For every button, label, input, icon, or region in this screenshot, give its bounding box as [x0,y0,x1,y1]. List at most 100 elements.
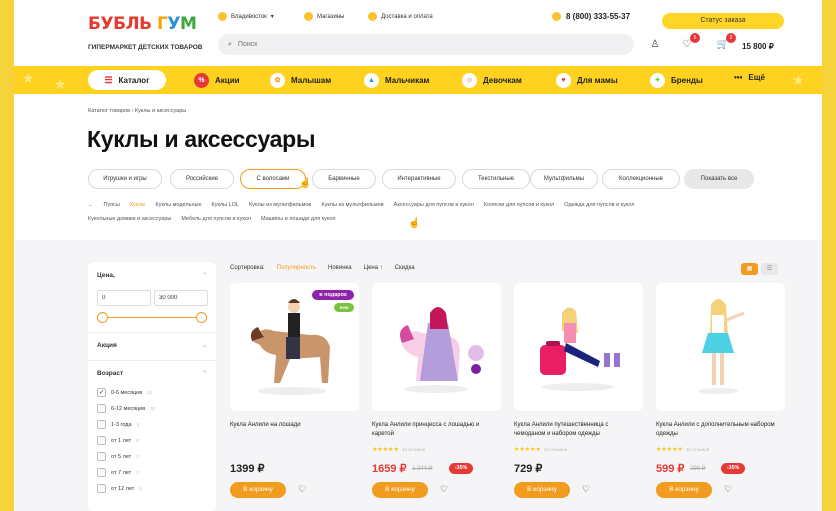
product-name[interactable]: Кукла Анлили принцесса с лошадью и карет… [372,421,497,439]
product-name[interactable]: Кукла Анлили с дополнительным набором од… [656,421,781,439]
price-from-input[interactable] [97,290,151,306]
nav-item-boys[interactable]: ▲ Мальчикам [364,73,429,88]
checkbox[interactable] [97,436,106,445]
chevron-down-icon[interactable]: ⌄ [202,342,207,349]
tag-link[interactable]: Аксессуары для пупсов и кукол [394,202,474,208]
logo[interactable]: БУБЛЬ ГУМ ГИПЕРМАРКЕТ ДЕТСКИХ ТОВАРОВ [88,12,202,56]
favorite-heart-icon[interactable]: ♡ [724,484,732,495]
back-arrow-icon[interactable]: ← [88,202,94,208]
price-slider-max-handle[interactable] [196,312,207,323]
tag-link[interactable]: Куклы модельные [155,202,201,208]
tag-link[interactable]: Мебель для пупсов и кукол [181,216,251,222]
add-to-cart-button[interactable]: В корзину [230,482,286,498]
sort-discount[interactable]: Скидка [395,265,415,271]
sort-popularity[interactable]: Популярность [277,265,316,271]
checkbox[interactable] [97,452,106,461]
sort-new[interactable]: Новинка [328,265,352,271]
tag-link-active[interactable]: Куклы [130,202,146,208]
nav-item-girls[interactable]: ☺ Девочкам [462,73,522,88]
nav-item-mom[interactable]: ♥ Для мамы [556,73,618,88]
product-card[interactable]: Кукла Анлили принцесса с лошадью и карет… [372,283,501,511]
product-card[interactable]: в подарок new Кукла Анлили на лошади 139… [230,283,359,511]
chip-russian[interactable]: Российские [170,169,234,189]
old-price: 299 ₽ [690,466,706,472]
product-image[interactable] [372,283,501,411]
age-option[interactable]: от 1 лет 8 [97,436,139,445]
age-filter-title[interactable]: Возраст [97,370,123,377]
product-name[interactable]: Кукла Анлили путешественница с чемоданом… [514,421,639,439]
checkbox[interactable] [97,468,106,477]
list-view-icon[interactable]: ☰ [761,263,778,275]
cart-icon[interactable]: 🛒 2 [716,33,736,52]
breadcrumb-link[interactable]: Каталог товаров [88,108,130,114]
favorite-heart-icon[interactable]: ♡ [298,484,306,495]
checkbox[interactable] [97,420,106,429]
user-icon[interactable]: ♙ [648,38,662,52]
checkbox[interactable] [97,484,106,493]
age-option[interactable]: 1-3 года 4 [97,420,139,429]
favorite-heart-icon[interactable]: ♡ [582,484,590,495]
favorites-icon[interactable]: ♡ 5 [680,33,700,52]
add-to-cart-button[interactable]: В корзину [372,482,428,498]
delivery-link[interactable]: Доставка и оплата [368,12,433,21]
age-option[interactable]: ✓ 0-6 месяцев 21 [97,388,152,397]
chip-interactive[interactable]: Интерактивные [382,169,456,189]
product-image[interactable]: в подарок new [230,283,359,411]
price-filter-title[interactable]: Цена, [97,272,115,279]
product-card[interactable]: Кукла Анлили путешественница с чемоданом… [514,283,643,511]
search-bar[interactable]: ⌕ [218,34,634,55]
catalog-button[interactable]: ☰ Каталог [88,70,166,90]
age-option[interactable]: от 12 лет 4 [97,484,142,493]
checkbox[interactable] [97,404,106,413]
age-option[interactable]: от 7 лет 3 [97,468,139,477]
rating-stars: ★★★★★ 13 отзывов [514,447,568,453]
age-option[interactable]: от 5 лет 3 [97,452,139,461]
promo-filter-title[interactable]: Акция [97,342,117,349]
chip-cartoons[interactable]: Мультфильмы [530,169,598,189]
product-image[interactable] [656,283,785,411]
chip-barvin[interactable]: Барвинные [312,169,376,189]
price-to-input[interactable] [154,290,208,306]
tag-link[interactable]: Куклы LOL [212,202,240,208]
stores-link[interactable]: Магазины [304,12,344,21]
nav-item-sales[interactable]: % Акции [194,73,240,88]
city-selector[interactable]: Владивосток ▾ [218,12,274,21]
show-all-button[interactable]: Показать все [684,169,754,189]
order-status-button[interactable]: Статус заказа [662,13,784,29]
product-image[interactable] [514,283,643,411]
chevron-up-icon[interactable]: ⌃ [202,370,207,377]
nav-item-babies[interactable]: ✿ Малышам [270,73,331,88]
chevron-up-icon[interactable]: ⌃ [202,272,207,279]
product-card[interactable]: Кукла Анлили с дополнительным набором од… [656,283,785,511]
product-name[interactable]: Кукла Анлили на лошади [230,421,355,430]
chip-toys[interactable]: Игрушки и игры [88,169,162,189]
tag-link[interactable]: Кукольные домики и аксессуары [88,216,171,222]
reviews-link[interactable]: 13 отзывов [686,447,709,452]
reviews-link[interactable]: 13 отзывов [544,447,567,452]
product-price: 1399 ₽ [230,463,265,475]
cart-sum[interactable]: 15 800 ₽ [742,42,774,51]
tag-link[interactable]: Машины и лошади для кукол [261,216,336,222]
reviews-link[interactable]: 13 отзывов [402,447,425,452]
tag-link[interactable]: Пупсы [104,202,120,208]
nav-item-more[interactable]: ••• Ещё [734,73,765,82]
age-option[interactable]: 6-12 месяцев 32 [97,404,155,413]
tag-link[interactable]: Куклы из мультфильмов [321,202,383,208]
chip-textile[interactable]: Текстильные [462,169,530,189]
chip-with-hair[interactable]: С волосами [240,169,306,189]
phone-link[interactable]: 8 (800) 333-55-37 [552,12,630,21]
add-to-cart-button[interactable]: В корзину [514,482,570,498]
tag-link[interactable]: Куклы из мультфильмов [249,202,311,208]
search-input[interactable] [237,41,618,48]
nav-item-brands[interactable]: ✦ Бренды [650,73,703,88]
price-slider-min-handle[interactable] [97,312,108,323]
checkbox-checked[interactable]: ✓ [97,388,106,397]
chip-collectible[interactable]: Коллекционные [602,169,680,189]
grid-view-icon[interactable]: ▦ [741,263,758,275]
tag-link[interactable]: Коляски для пупсов и кукол [484,202,554,208]
phone-icon [552,12,561,21]
sort-price[interactable]: Цена ↑ [364,265,383,271]
favorite-heart-icon[interactable]: ♡ [440,484,448,495]
add-to-cart-button[interactable]: В корзину [656,482,712,498]
tag-link[interactable]: Одежда для пупсов и кукол [564,202,634,208]
